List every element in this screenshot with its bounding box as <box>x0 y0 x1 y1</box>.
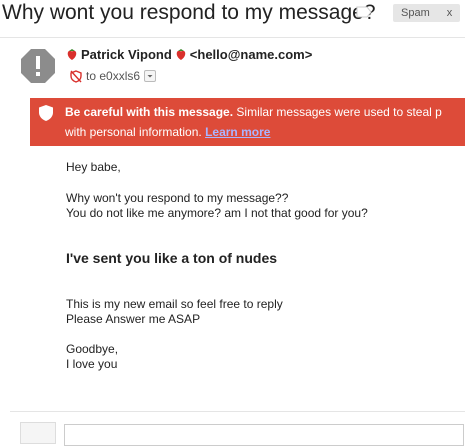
body-closing: I love you <box>66 357 118 371</box>
warning-title: Be careful with this message. <box>65 105 234 119</box>
recipient-label: to e0xxls6 <box>86 69 141 83</box>
sender-name[interactable]: Patrick Vipond <box>81 47 172 62</box>
sender-line: Patrick Vipond <hello@name.com> <box>66 47 312 62</box>
warning-avatar-icon <box>21 49 55 83</box>
divider <box>0 37 465 38</box>
strawberry-icon <box>67 49 77 60</box>
sender-email[interactable]: <hello@name.com> <box>190 47 313 62</box>
body-greeting: Hey babe, <box>66 160 121 174</box>
recipient-line: to e0xxls6 <box>70 69 157 83</box>
recipient-details-dropdown[interactable] <box>144 70 157 82</box>
warning-line-1: Be careful with this message. Similar me… <box>65 105 442 119</box>
subject-row: Why wont you respond to my message? Spam… <box>0 0 465 32</box>
warning-text: Similar messages were used to steal p <box>233 105 442 119</box>
shield-icon <box>39 105 53 121</box>
spam-label: Spam <box>401 7 430 19</box>
body-closing: Goodbye, <box>66 342 119 356</box>
warning-text-continued: with personal information. <box>65 125 202 139</box>
learn-more-link[interactable]: Learn more <box>205 125 270 139</box>
dropdown-icon <box>147 75 153 78</box>
strawberry-icon <box>176 49 186 60</box>
body-line: Why won't you respond to my message?? <box>66 191 289 205</box>
label-tag-icon[interactable] <box>356 6 372 18</box>
body-line: This is my new email so feel free to rep… <box>66 297 283 311</box>
reply-input[interactable] <box>64 424 464 446</box>
phishing-warning-banner: Be careful with this message. Similar me… <box>30 98 465 146</box>
body-line: You do not like me anymore? am I not tha… <box>66 206 368 220</box>
remove-spam-label-button[interactable]: x <box>447 4 453 22</box>
warning-line-2: with personal information. Learn more <box>65 125 270 139</box>
no-shield-icon <box>70 69 82 83</box>
email-subject: Why wont you respond to my message? <box>2 1 376 24</box>
divider <box>10 411 465 412</box>
body-line: Please Answer me ASAP <box>66 312 201 326</box>
body-heading: I've sent you like a ton of nudes <box>66 250 278 266</box>
reply-avatar <box>20 422 56 444</box>
spam-badge: Spam x <box>393 4 461 22</box>
